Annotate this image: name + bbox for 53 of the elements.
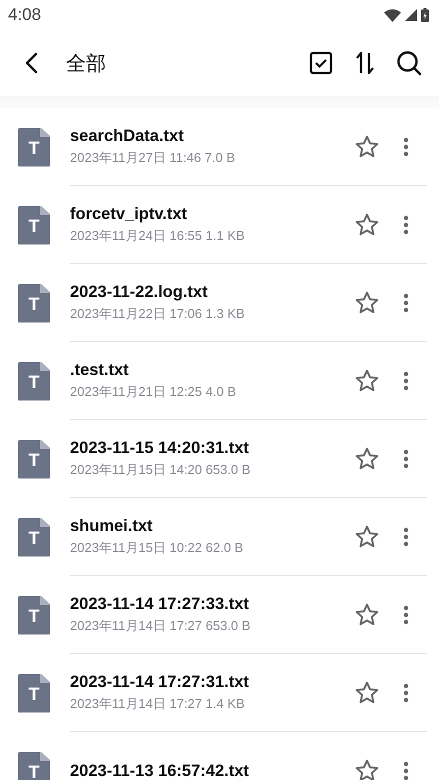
wifi-icon bbox=[384, 8, 401, 22]
more-icon[interactable] bbox=[403, 137, 409, 157]
star-icon[interactable] bbox=[354, 524, 380, 550]
text-file-icon: T bbox=[18, 752, 50, 780]
file-details: 2023年11月14日 17:27 1.4 KB bbox=[70, 695, 246, 713]
file-name: 2023-11-22.log.txt bbox=[70, 283, 209, 302]
sort-icon[interactable] bbox=[353, 51, 377, 75]
star-icon[interactable] bbox=[354, 758, 380, 780]
file-name: .test.txt bbox=[70, 361, 130, 380]
star-icon[interactable] bbox=[354, 290, 380, 316]
more-icon[interactable] bbox=[403, 215, 409, 235]
file-details: 2023年11月24日 16:55 1.1 KB bbox=[70, 227, 246, 245]
file-details: 2023年11月27日 11:46 7.0 B bbox=[70, 149, 236, 167]
star-icon[interactable] bbox=[354, 602, 380, 628]
more-icon[interactable] bbox=[403, 527, 409, 547]
file-name: 2023-11-15 14:20:31.txt bbox=[70, 439, 250, 458]
text-file-icon: T bbox=[18, 440, 50, 478]
file-details: 2023年11月21日 12:25 4.0 B bbox=[70, 383, 237, 401]
page-title: 全部 bbox=[66, 52, 107, 76]
file-name: 2023-11-14 17:27:31.txt bbox=[70, 673, 250, 692]
text-file-icon: T bbox=[18, 362, 50, 400]
star-icon[interactable] bbox=[354, 680, 380, 706]
text-file-icon: T bbox=[18, 206, 50, 244]
text-file-icon: T bbox=[18, 596, 50, 634]
file-details: 2023年11月15日 14:20 653.0 B bbox=[70, 461, 252, 479]
file-name: forcetv_iptv.txt bbox=[70, 205, 188, 224]
checkbox-icon[interactable] bbox=[309, 51, 333, 75]
file-name: searchData.txt bbox=[70, 127, 185, 146]
file-details: 2023年11月22日 17:06 1.3 KB bbox=[70, 305, 246, 323]
star-icon[interactable] bbox=[354, 446, 380, 472]
file-name: shumei.txt bbox=[70, 517, 154, 536]
more-icon[interactable] bbox=[403, 293, 409, 313]
star-icon[interactable] bbox=[354, 368, 380, 394]
more-icon[interactable] bbox=[403, 683, 409, 703]
text-file-icon: T bbox=[18, 674, 50, 712]
more-icon[interactable] bbox=[403, 761, 409, 780]
file-details: 2023年11月14日 17:27 653.0 B bbox=[70, 617, 252, 635]
text-file-icon: T bbox=[18, 284, 50, 322]
file-name: 2023-11-14 17:27:33.txt bbox=[70, 595, 250, 614]
text-file-icon: T bbox=[18, 518, 50, 556]
star-icon[interactable] bbox=[354, 212, 380, 238]
signal-icon bbox=[405, 9, 417, 21]
search-icon[interactable] bbox=[396, 50, 422, 76]
more-icon[interactable] bbox=[403, 605, 409, 625]
file-name: 2023-11-13 16:57:42.txt bbox=[70, 762, 250, 780]
more-icon[interactable] bbox=[403, 371, 409, 391]
text-file-icon: T bbox=[18, 128, 50, 166]
file-details: 2023年11月15日 10:22 62.0 B bbox=[70, 539, 244, 557]
back-icon[interactable] bbox=[25, 52, 39, 74]
status-time: 4:08 bbox=[8, 5, 42, 25]
more-icon[interactable] bbox=[403, 449, 409, 469]
star-icon[interactable] bbox=[354, 134, 380, 160]
battery-icon bbox=[421, 8, 429, 22]
